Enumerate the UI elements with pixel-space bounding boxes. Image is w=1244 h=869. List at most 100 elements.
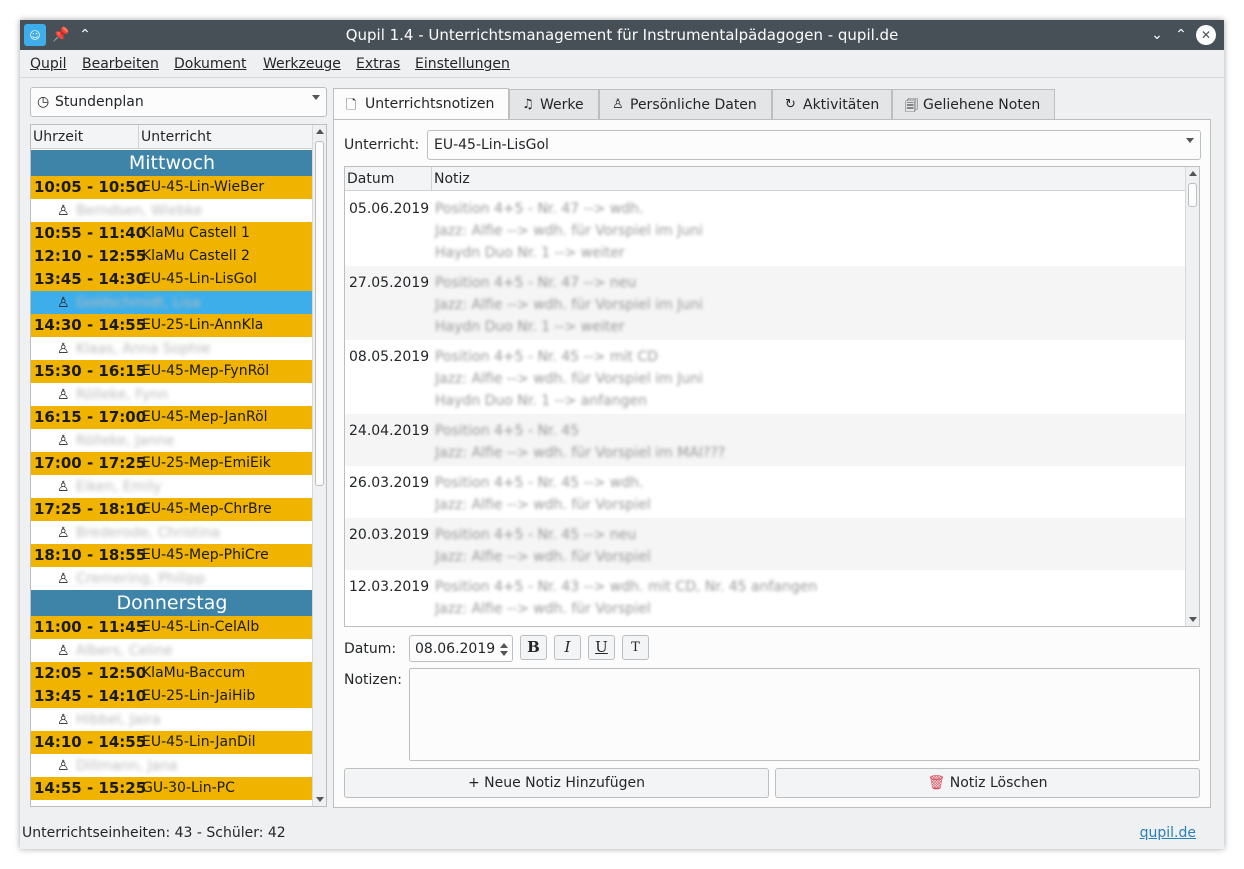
- lesson-row[interactable]: 17:25 - 18:10 EU-45-Mep-ChrBre: [31, 498, 313, 521]
- day-header[interactable]: Donnerstag: [31, 590, 313, 616]
- notes-header: Datum Notiz: [345, 167, 1186, 191]
- note-date: 26.03.2019: [349, 475, 430, 491]
- view-select[interactable]: ◷ Stundenplan: [30, 87, 327, 117]
- student-row[interactable]: ♙ Rölleke, Janne: [31, 429, 313, 452]
- notes-textarea[interactable]: [409, 668, 1200, 761]
- date-value: 08.06.2019: [415, 641, 496, 657]
- date-spinbox[interactable]: 08.06.2019: [409, 635, 513, 662]
- column-header-notiz[interactable]: Notiz: [434, 171, 470, 187]
- lesson-row[interactable]: 10:55 - 11:40 KlaMu Castell 1: [31, 222, 313, 245]
- lesson-row[interactable]: 16:15 - 17:00 EU-45-Mep-JanRöl: [31, 406, 313, 429]
- person-icon: ♙: [57, 203, 70, 219]
- note-text: Jazz: Alfie --> wdh. für Vorspiel im MAI…: [435, 445, 726, 461]
- menu-qupil[interactable]: Qupil: [30, 56, 67, 72]
- menu-einstellungen[interactable]: Einstellungen: [415, 56, 510, 72]
- person-icon: ♙: [57, 712, 70, 728]
- lesson-row[interactable]: 17:00 - 17:25 EU-25-Mep-EmiEik: [31, 452, 313, 475]
- student-name: Rölleke, Janne: [76, 433, 175, 449]
- clear-format-button[interactable]: T: [622, 635, 649, 660]
- add-note-button[interactable]: + Neue Notiz Hinzufügen: [344, 768, 769, 798]
- lesson-row[interactable]: 14:30 - 14:55 EU-25-Lin-AnnKla: [31, 314, 313, 337]
- student-row[interactable]: ♙ Goldschmidt, Lisa: [31, 291, 313, 314]
- note-text: Jazz: Alfie --> wdh. für Vorspiel im Jun…: [435, 223, 703, 239]
- menu-werkzeuge[interactable]: Werkzeuge: [263, 56, 341, 72]
- close-icon[interactable]: ✕: [1196, 25, 1216, 45]
- note-row[interactable]: 08.05.2019 Position 4+5 - Nr. 45 --> mit …: [345, 340, 1186, 414]
- website-link[interactable]: qupil.de: [1140, 825, 1196, 841]
- notes-scrollbar[interactable]: [1185, 167, 1199, 626]
- column-header-uhrzeit[interactable]: Uhrzeit: [33, 129, 83, 145]
- note-row[interactable]: 26.03.2019 Position 4+5 - Nr. 45 --> wdh.…: [345, 466, 1186, 518]
- note-row[interactable]: 05.06.2019 Position 4+5 - Nr. 47 --> wdh.…: [345, 192, 1186, 266]
- day-header[interactable]: Mittwoch: [31, 150, 313, 176]
- person-icon: ♙: [57, 387, 70, 403]
- music-note-icon: ♫: [522, 97, 534, 112]
- note-text: Position 4+5 - Nr. 47 --> neu: [435, 275, 637, 291]
- date-label: Datum:: [344, 641, 397, 657]
- lesson-row[interactable]: 12:10 - 12:55 KlaMu Castell 2: [31, 245, 313, 268]
- lesson-row[interactable]: 11:00 - 11:45 EU-45-Lin-CelAlb: [31, 616, 313, 639]
- tab-aktivitaeten[interactable]: ↻ Aktivitäten: [772, 89, 892, 120]
- student-row[interactable]: ♙ Albers, Celine: [31, 639, 313, 662]
- lesson-row[interactable]: 13:45 - 14:30 EU-45-Lin-LisGol: [31, 268, 313, 291]
- scrollbar-thumb[interactable]: [315, 141, 324, 486]
- spin-down-icon[interactable]: [500, 651, 508, 656]
- menu-dokument[interactable]: Dokument: [174, 56, 247, 72]
- tab-unterrichtsnotizen[interactable]: 🗋 Unterrichtsnotizen: [333, 88, 509, 120]
- note-date: 24.04.2019: [349, 423, 430, 439]
- schedule-list[interactable]: Uhrzeit Unterricht Mittwoch 10:05 - 10:50…: [30, 124, 327, 807]
- lesson-row[interactable]: 15:30 - 16:15 EU-45-Mep-FynRöl: [31, 360, 313, 383]
- student-row[interactable]: ♙ Klaas, Anna Sophie: [31, 337, 313, 360]
- note-row[interactable]: 24.04.2019 Position 4+5 - Nr. 45 Jazz: Alf…: [345, 414, 1186, 466]
- spin-up-icon[interactable]: [500, 643, 508, 648]
- note-date: 12.03.2019: [349, 579, 430, 595]
- tab-werke[interactable]: ♫ Werke: [509, 89, 599, 120]
- column-header-unterricht[interactable]: Unterricht: [141, 129, 211, 145]
- menu-extras[interactable]: Extras: [356, 56, 400, 72]
- lesson-row[interactable]: 10:05 - 10:50 EU-45-Lin-WieBer: [31, 176, 313, 199]
- tab-persoenliche-daten[interactable]: ♙ Persönliche Daten: [599, 89, 772, 120]
- lesson-name: EU-45-Lin-JanDil: [142, 734, 256, 750]
- lesson-name: EU-25-Mep-EmiEik: [142, 455, 271, 471]
- lesson-name: EU-45-Lin-LisGol: [142, 271, 257, 287]
- student-row[interactable]: ♙ Dillmann, Jana: [31, 754, 313, 777]
- bold-button[interactable]: B: [520, 635, 547, 660]
- lesson-select[interactable]: EU-45-Lin-LisGol: [427, 130, 1201, 160]
- maximize-icon[interactable]: ⌃: [1170, 24, 1192, 46]
- student-row[interactable]: ♙ Berndsen, Wiebke: [31, 199, 313, 222]
- person-icon: ♙: [57, 571, 70, 587]
- delete-note-button[interactable]: 🗑 Notiz Löschen: [775, 768, 1200, 798]
- lesson-time: 10:55 - 11:40: [34, 224, 147, 242]
- note-text: Haydn Duo Nr. 1 --> weiter: [435, 245, 625, 261]
- notes-table[interactable]: Datum Notiz 05.06.2019 Position 4+5 - Nr.…: [344, 166, 1200, 627]
- minimize-icon[interactable]: ⌄: [1146, 24, 1168, 46]
- lesson-time: 14:55 - 15:25: [34, 779, 147, 797]
- note-text: Haydn Duo Nr. 1 --> anfangen: [435, 393, 647, 409]
- note-text: Jazz: Alfie --> wdh. für Vorspiel: [435, 497, 651, 513]
- column-header-datum[interactable]: Datum: [347, 171, 394, 187]
- lesson-time: 13:45 - 14:10: [34, 687, 147, 705]
- italic-button[interactable]: I: [554, 635, 581, 660]
- menu-bearbeiten[interactable]: Bearbeiten: [82, 56, 159, 72]
- student-row[interactable]: ♙ Cremering, Philipp: [31, 567, 313, 590]
- student-row[interactable]: ♙ Hibbel, Jaira: [31, 708, 313, 731]
- student-name: Cremering, Philipp: [76, 571, 206, 587]
- add-note-label: + Neue Notiz Hinzufügen: [467, 775, 646, 791]
- lesson-row[interactable]: 14:55 - 15:25 GU-30-Lin-PC: [31, 777, 313, 800]
- student-row[interactable]: ♙ Rölleke, Fynn: [31, 383, 313, 406]
- lesson-row[interactable]: 18:10 - 18:55 EU-45-Mep-PhiCre: [31, 544, 313, 567]
- note-row[interactable]: 27.05.2019 Position 4+5 - Nr. 47 --> neu J…: [345, 266, 1186, 340]
- student-row[interactable]: ♙ Eiken, Emily: [31, 475, 313, 498]
- lesson-row[interactable]: 14:10 - 14:55 EU-45-Lin-JanDil: [31, 731, 313, 754]
- trash-icon: 🗑: [927, 775, 946, 791]
- lesson-row[interactable]: 12:05 - 12:50 KlaMu-Baccum: [31, 662, 313, 685]
- lesson-row[interactable]: 13:45 - 14:10 EU-25-Lin-JaiHib: [31, 685, 313, 708]
- underline-button[interactable]: U: [588, 635, 615, 660]
- note-row[interactable]: 12.03.2019 Position 4+5 - Nr. 43 --> wdh.…: [345, 570, 1186, 622]
- tab-geliehene-noten[interactable]: 🗐 Geliehene Noten: [892, 89, 1055, 120]
- lesson-time: 13:45 - 14:30: [34, 270, 147, 288]
- note-row[interactable]: 20.03.2019 Position 4+5 - Nr. 45 --> neu J…: [345, 518, 1186, 570]
- student-row[interactable]: ♙ Brederode, Christina: [31, 521, 313, 544]
- scrollbar-thumb[interactable]: [1188, 183, 1197, 207]
- schedule-scrollbar[interactable]: [312, 125, 326, 806]
